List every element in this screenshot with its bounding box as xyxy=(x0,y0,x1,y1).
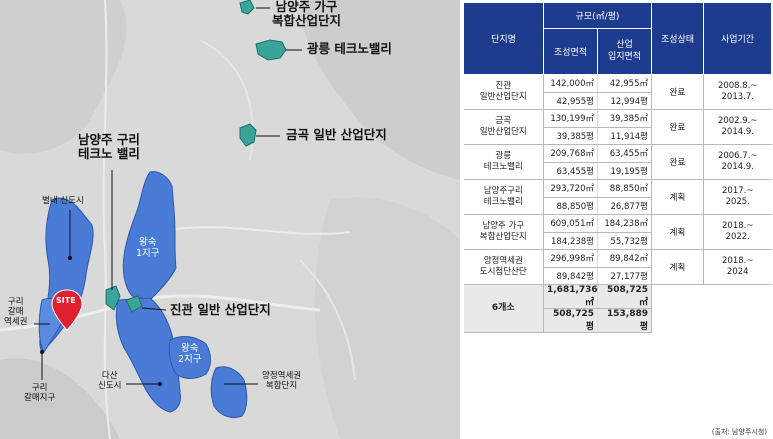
cell-area-m2: 609,051㎡ xyxy=(543,214,598,233)
cell-ind-py: 19,195평 xyxy=(597,162,652,180)
source-note: (출처: 남양주시청) xyxy=(711,428,767,436)
table-body: 진관 일반산업단지 142,000㎡ 42,955㎡ 완료 2008.8.~ 2013.… xyxy=(463,74,772,285)
cell-area-py: 39,385평 xyxy=(543,127,598,145)
cell-period: 2002.9.~ 2014.9. xyxy=(703,109,772,145)
label-jingwan: 진관 일반 산업단지 xyxy=(170,302,271,317)
total-name: 6개소 xyxy=(463,284,544,333)
total-area-m2: 1,681,736㎡ xyxy=(543,284,598,309)
complex-table: 단지명 규모(㎡/평) 조성상태 사업기간 조성면적 산업 입지면적 진관 일반… xyxy=(463,2,772,333)
header-scale: 규모(㎡/평) xyxy=(543,2,652,29)
cell-ind-m2: 42,955㎡ xyxy=(597,74,652,93)
cell-ind-m2: 89,842㎡ xyxy=(597,249,652,268)
cell-area-m2: 142,000㎡ xyxy=(543,74,598,93)
leader-dot xyxy=(68,256,72,260)
cell-period: 2018.~ 2022. xyxy=(703,214,772,250)
cell-area-py: 89,842평 xyxy=(543,267,598,285)
total-area-py: 508,725평 xyxy=(543,308,598,333)
table-row: 금곡 일반산업단지 130,199㎡ 39,385㎡ 완료 2002.9.~ 2014.… xyxy=(463,109,772,145)
cell-period: 2017.~ 2025. xyxy=(703,179,772,215)
label-guri-galmae: 구리 갈매지구 xyxy=(24,383,56,403)
cell-area-py: 184,238평 xyxy=(543,232,598,250)
label-byeollae: 별내 신도시 xyxy=(42,196,84,206)
total-ind-py: 153,889평 xyxy=(597,308,652,333)
cell-ind-py: 11,914평 xyxy=(597,127,652,145)
cell-area-m2: 130,199㎡ xyxy=(543,109,598,128)
cell-ind-py: 27,177평 xyxy=(597,267,652,285)
label-gagu: 남양주 가구 복합산업단지 xyxy=(272,0,342,29)
location-map: 남양주 가구 복합산업단지 광릉 테크노밸리 금곡 일반 산업단지 남양주 구리… xyxy=(0,0,460,439)
label-dasan: 다산 신도시 xyxy=(98,371,122,391)
label-site: SITE xyxy=(56,296,76,305)
cell-period: 2018.~ 2024 xyxy=(703,249,772,285)
table-row: 진관 일반산업단지 142,000㎡ 42,955㎡ 완료 2008.8.~ 2013.… xyxy=(463,74,772,110)
header-industrial: 산업 입지면적 xyxy=(597,28,652,75)
cell-area-py: 42,955평 xyxy=(543,92,598,110)
cell-area-m2: 209,768㎡ xyxy=(543,144,598,163)
header-name: 단지명 xyxy=(463,2,544,75)
leader-dot xyxy=(158,382,162,386)
cell-status: 계획 xyxy=(651,214,704,250)
cell-status: 계획 xyxy=(651,249,704,285)
cell-ind-m2: 63,455㎡ xyxy=(597,144,652,163)
cell-status: 완료 xyxy=(651,144,704,180)
total-ind-m2: 508,725㎡ xyxy=(597,284,652,309)
table-row: 양정역세권 도시첨단산단 296,998㎡ 89,842㎡ 계획 2018.~ 2024 xyxy=(463,249,772,285)
table-row-total: 6개소 1,681,736㎡ 508,725㎡ xyxy=(463,284,772,333)
header-period: 사업기간 xyxy=(703,2,772,75)
cell-ind-py: 12,994평 xyxy=(597,92,652,110)
industrial-complex-table: 단지명 규모(㎡/평) 조성상태 사업기간 조성면적 산업 입지면적 진관 일반… xyxy=(463,2,772,437)
cell-area-py: 63,455평 xyxy=(543,162,598,180)
cell-name: 남양주구리 테크노밸리 xyxy=(463,179,544,215)
label-guri-techno: 남양주 구리 테크노 밸리 xyxy=(78,132,140,162)
cell-period: 2008.8.~ 2013.7. xyxy=(703,74,772,110)
label-geumgok: 금곡 일반 산업단지 xyxy=(286,127,387,142)
header-status: 조성상태 xyxy=(651,2,704,75)
cell-area-py: 88,850평 xyxy=(543,197,598,215)
cell-area-m2: 293,720㎡ xyxy=(543,179,598,198)
total-blank xyxy=(651,284,772,333)
leader-dot xyxy=(40,350,44,354)
label-guri-station: 구리 갈매 역세권 xyxy=(4,297,28,327)
cell-status: 완료 xyxy=(651,109,704,145)
cell-status: 완료 xyxy=(651,74,704,110)
cell-ind-py: 26,877평 xyxy=(597,197,652,215)
cell-name: 남양주 가구 복합산업단지 xyxy=(463,214,544,250)
table-row: 남양주구리 테크노밸리 293,720㎡ 88,850㎡ 계획 2017.~ 2025. xyxy=(463,179,772,215)
cell-ind-py: 55,732평 xyxy=(597,232,652,250)
cell-name: 양정역세권 도시첨단산단 xyxy=(463,249,544,285)
cell-area-m2: 296,998㎡ xyxy=(543,249,598,268)
table-row: 광릉 테크노밸리 209,768㎡ 63,455㎡ 완료 2006.7.~ 2014.9… xyxy=(463,144,772,180)
cell-name: 광릉 테크노밸리 xyxy=(463,144,544,180)
cell-ind-m2: 39,385㎡ xyxy=(597,109,652,128)
cell-ind-m2: 184,238㎡ xyxy=(597,214,652,233)
label-wangsuk1: 왕숙 1지구 xyxy=(136,237,160,259)
label-gwangneung: 광릉 테크노밸리 xyxy=(307,41,392,56)
cell-status: 계획 xyxy=(651,179,704,215)
label-yangjeong: 양정역세권 복합단지 xyxy=(262,371,302,391)
label-wangsuk2: 왕숙 2지구 xyxy=(178,343,202,365)
cell-name: 진관 일반산업단지 xyxy=(463,74,544,110)
map-canvas xyxy=(0,0,460,439)
header-area: 조성면적 xyxy=(543,28,598,75)
cell-period: 2006.7.~ 2014.9. xyxy=(703,144,772,180)
cell-name: 금곡 일반산업단지 xyxy=(463,109,544,145)
cell-ind-m2: 88,850㎡ xyxy=(597,179,652,198)
table-row: 남양주 가구 복합산업단지 609,051㎡ 184,238㎡ 계획 2018.~ 20… xyxy=(463,214,772,250)
